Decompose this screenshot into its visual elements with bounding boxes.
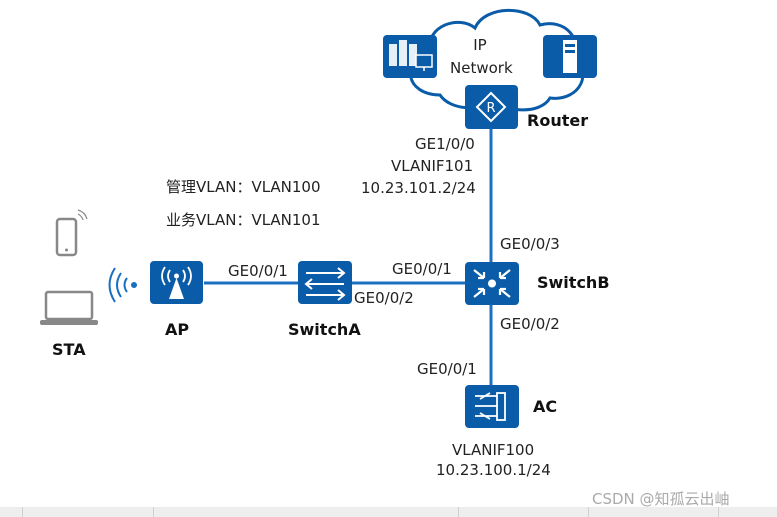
divider bbox=[153, 507, 154, 517]
topology-graphics: R bbox=[40, 8, 597, 428]
router-ip-label: 10.23.101.2/24 bbox=[361, 179, 476, 197]
wireless-signal-icon bbox=[108, 267, 137, 303]
divider bbox=[458, 507, 459, 517]
divider bbox=[718, 507, 719, 517]
ac-ip-label: 10.23.100.1/24 bbox=[436, 461, 551, 479]
switchb-down-port: GE0/0/2 bbox=[500, 315, 560, 333]
svg-text:R: R bbox=[486, 101, 495, 116]
core-switch-icon bbox=[465, 262, 519, 305]
sta-label: STA bbox=[52, 340, 86, 359]
server-cluster-icon bbox=[383, 35, 437, 78]
mgmt-vlan-label: 管理VLAN：VLAN100 bbox=[166, 178, 321, 196]
bottom-strip bbox=[0, 507, 777, 517]
access-point-icon bbox=[150, 261, 203, 304]
switchb-label: SwitchB bbox=[537, 273, 610, 292]
switcha-label: SwitchA bbox=[288, 320, 361, 339]
server-icon bbox=[543, 35, 597, 78]
cloud-label-line2: Network bbox=[450, 59, 513, 77]
cloud-label-line1: IP bbox=[473, 36, 487, 54]
phone-icon bbox=[55, 209, 88, 257]
router-port-label: GE1/0/0 bbox=[415, 135, 475, 153]
switch-icon bbox=[298, 261, 352, 304]
switchb-up-port: GE0/0/3 bbox=[500, 235, 560, 253]
divider bbox=[588, 507, 589, 517]
laptop-icon bbox=[40, 290, 98, 325]
ac-label: AC bbox=[533, 397, 558, 416]
watermark: CSDN @知孤云出岫 bbox=[592, 490, 730, 508]
divider bbox=[22, 507, 23, 517]
ac-vlanif-label: VLANIF100 bbox=[452, 441, 535, 459]
switcha-right-port: GE0/0/2 bbox=[354, 289, 414, 307]
switcha-left-port: GE0/0/1 bbox=[228, 262, 288, 280]
router-label: Router bbox=[527, 111, 589, 130]
router-vlanif-label: VLANIF101 bbox=[391, 157, 474, 175]
switchb-left-port: GE0/0/1 bbox=[392, 260, 452, 278]
access-controller-icon bbox=[465, 385, 519, 428]
ac-port-label: GE0/0/1 bbox=[417, 360, 477, 378]
network-topology-diagram: R IP Network Router GE1/0/0 VLANIF101 10… bbox=[0, 0, 777, 517]
service-vlan-label: 业务VLAN：VLAN101 bbox=[166, 211, 321, 229]
router-icon: R bbox=[465, 85, 518, 129]
ap-label: AP bbox=[165, 320, 190, 339]
